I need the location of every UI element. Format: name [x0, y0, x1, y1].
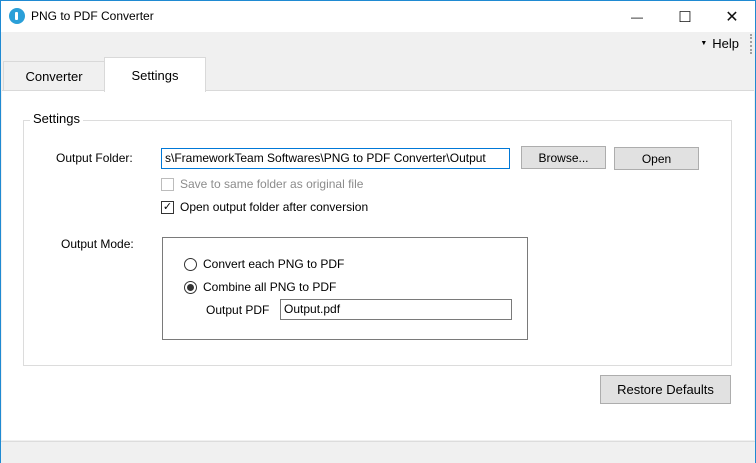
minimize-button[interactable]: —	[614, 1, 660, 32]
tab-settings[interactable]: Settings	[104, 57, 206, 92]
open-after-option[interactable]: ✓ Open output folder after conversion	[161, 200, 368, 214]
close-icon: ✕	[725, 8, 739, 26]
menu-bar: ▼ Help	[1, 32, 755, 57]
open-after-label: Open output folder after conversion	[180, 200, 369, 214]
toolbar-grip	[750, 34, 753, 54]
tab-settings-label: Settings	[131, 67, 179, 83]
output-mode-label: Output Mode:	[61, 237, 134, 251]
same-folder-label: Save to same folder as original file	[180, 177, 364, 191]
app-icon	[9, 8, 25, 24]
output-pdf-label: Output PDF	[206, 303, 270, 317]
mode-combine-option[interactable]: Combine all PNG to PDF	[184, 280, 336, 294]
close-button[interactable]: ✕	[709, 1, 755, 32]
checkmark-icon: ✓	[162, 200, 173, 213]
tab-converter-label: Converter	[25, 69, 83, 84]
same-folder-checkbox[interactable]	[161, 177, 174, 191]
browse-button[interactable]: Browse...	[521, 146, 606, 169]
output-pdf-input[interactable]: Output.pdf	[280, 299, 512, 320]
radio-selected-dot	[187, 283, 194, 291]
help-menu-label: Help	[712, 36, 739, 51]
mode-each-label: Convert each PNG to PDF	[203, 257, 345, 271]
restore-defaults-button[interactable]: Restore Defaults	[600, 375, 731, 404]
mode-combine-radio[interactable]	[184, 280, 197, 294]
maximize-button[interactable]: ☐	[662, 1, 708, 32]
minimize-icon: —	[631, 9, 643, 24]
status-bar	[1, 441, 755, 463]
same-folder-option[interactable]: Save to same folder as original file	[161, 177, 363, 191]
title-bar: PNG to PDF Converter — ☐ ✕	[1, 1, 755, 32]
open-button[interactable]: Open	[614, 147, 699, 170]
tab-strip: Converter Settings	[1, 57, 755, 92]
dropdown-arrow-icon: ▼	[700, 40, 708, 47]
mode-each-radio[interactable]	[184, 257, 197, 271]
output-folder-label: Output Folder:	[56, 151, 133, 165]
mode-combine-label: Combine all PNG to PDF	[203, 280, 337, 294]
help-menu[interactable]: ▼ Help	[700, 36, 739, 51]
settings-group-title: Settings	[30, 111, 83, 126]
tab-converter[interactable]: Converter	[3, 61, 105, 91]
mode-each-option[interactable]: Convert each PNG to PDF	[184, 257, 344, 271]
window-title: PNG to PDF Converter	[31, 9, 154, 23]
maximize-icon: ☐	[678, 8, 692, 26]
settings-page: Settings Output Folder: s\FrameworkTeam …	[2, 90, 754, 440]
output-folder-input[interactable]: s\FrameworkTeam Softwares\PNG to PDF Con…	[161, 148, 510, 169]
app-window: PNG to PDF Converter — ☐ ✕ ▼ Help Conver…	[0, 0, 756, 463]
open-after-checkbox[interactable]: ✓	[161, 200, 174, 214]
